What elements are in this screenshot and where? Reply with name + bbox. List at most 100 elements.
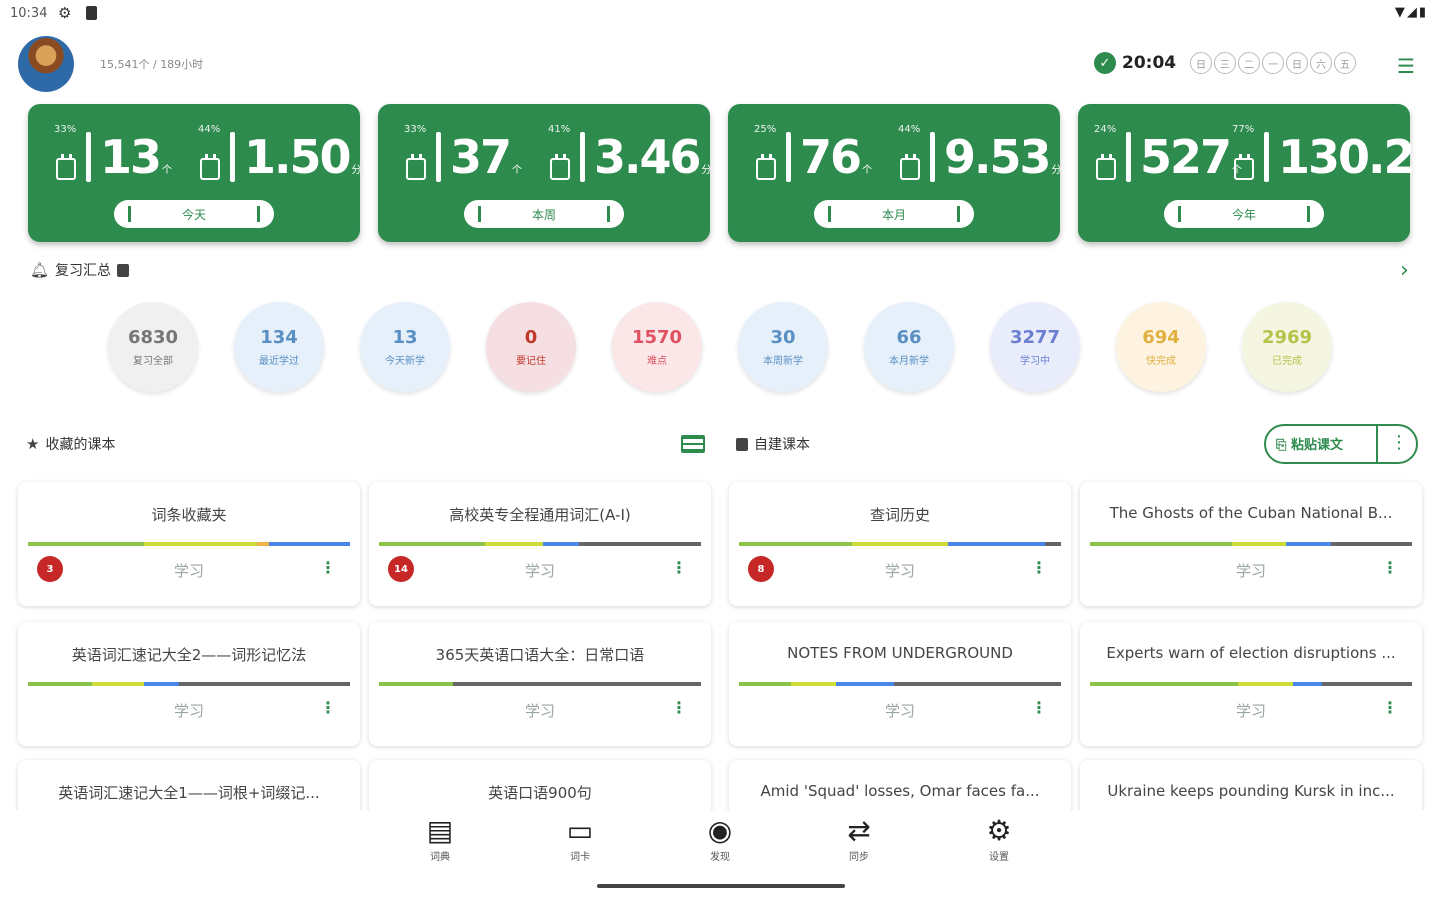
more-vert-icon[interactable]: ⋮ — [1382, 698, 1398, 717]
bubble-count: 13 — [392, 327, 418, 348]
status-time: 10:34 — [10, 6, 48, 21]
bar-divider — [786, 132, 791, 182]
gear-icon: ⚙ — [986, 814, 1012, 847]
more-vert-icon[interactable]: ⋮ — [320, 698, 336, 717]
custom-books-title: 自建课本 — [736, 434, 810, 454]
book-title: 查词历史 — [869, 506, 930, 524]
review-bubble[interactable]: 13 今天新学 — [360, 302, 450, 392]
percent-label: 41% — [548, 124, 571, 135]
calendar-icon — [200, 154, 220, 180]
review-bubble[interactable]: 0 要记住 — [486, 302, 576, 392]
book-card[interactable]: 词条收藏夹 3 学习 ⋮ — [18, 482, 360, 606]
bubble-count: 30 — [770, 327, 796, 348]
book-title: 365天英语口语大全：日常口语 — [435, 646, 645, 664]
bar-divider — [436, 132, 441, 182]
period-selector[interactable]: 今天 — [114, 200, 274, 228]
home-indicator[interactable] — [597, 884, 845, 888]
review-bubble[interactable]: 134 最近学过 — [234, 302, 324, 392]
more-vert-icon[interactable]: ⋮ — [1031, 698, 1047, 717]
bubble-label: 复习全部 — [133, 356, 173, 367]
book-progress-bar — [379, 542, 701, 546]
book-card[interactable]: Experts warn of election disruptions ...… — [1080, 622, 1422, 746]
book-progress-bar — [739, 542, 1061, 546]
percent-label: 44% — [198, 124, 221, 135]
study-button[interactable]: 学习 — [18, 700, 360, 721]
review-title-label: 复习汇总 — [55, 263, 112, 279]
calendar-icon — [406, 154, 426, 180]
book-card[interactable]: 查词历史 8 学习 ⋮ — [729, 482, 1071, 606]
percent-label: 33% — [54, 124, 77, 135]
period-selector[interactable]: 本月 — [814, 200, 974, 228]
more-vert-icon[interactable]: ⋮ — [671, 558, 687, 577]
review-bubble[interactable]: 30 本周新学 — [738, 302, 828, 392]
stat-card-month[interactable]: 25% 76 个 44% 9.53 分 本月 — [728, 104, 1062, 242]
book-card[interactable]: NOTES FROM UNDERGROUND 学习 ⋮ — [729, 622, 1071, 746]
period-selector[interactable]: 本周 — [464, 200, 624, 228]
review-bubble[interactable]: 6830 复习全部 — [108, 302, 198, 392]
review-summary-title: 🔔︎ 复习汇总 — [30, 260, 130, 280]
book-progress-bar — [739, 682, 1061, 686]
more-vert-icon[interactable]: ⋮ — [671, 698, 687, 717]
percent-label: 77% — [1232, 124, 1255, 135]
paste-text-group: ⎘ 粘贴课文 ⋮ — [1264, 424, 1418, 464]
nav-discover[interactable]: ◉ 发现 — [690, 814, 750, 863]
nav-cards[interactable]: ▭ 词卡 — [550, 814, 610, 863]
bubble-label: 要记住 — [516, 356, 546, 367]
study-button[interactable]: 学习 — [369, 700, 711, 721]
bubble-count: 2969 — [1261, 327, 1313, 348]
bubble-count: 0 — [524, 327, 538, 348]
book-card[interactable]: 英语词汇速记大全2——词形记忆法学习 ⋮ — [18, 622, 360, 746]
book-card[interactable]: 高校英专全程通用词汇(A-I) 14 学习 ⋮ — [369, 482, 711, 606]
stat-value: 9.53 分 — [944, 130, 1062, 184]
book-title: 英语词汇速记大全2——词形记忆法 — [71, 646, 307, 664]
book-progress-bar — [28, 542, 350, 546]
book-progress-bar — [1090, 682, 1412, 686]
study-button[interactable]: 学习 — [369, 560, 711, 581]
chevron-right-icon[interactable]: › — [1400, 258, 1409, 283]
review-bubble[interactable]: 3277 学习中 — [990, 302, 1080, 392]
day-circle: 二 — [1238, 52, 1260, 74]
period-selector[interactable]: 今年 — [1164, 200, 1324, 228]
calendar-icon — [56, 154, 76, 180]
bar-divider — [1264, 132, 1269, 182]
avatar[interactable] — [18, 36, 74, 92]
book-card[interactable]: 365天英语口语大全：日常口语学习 ⋮ — [369, 622, 711, 746]
review-bubble[interactable]: 2969 已完成 — [1242, 302, 1332, 392]
paste-text-button[interactable]: ⎘ 粘贴课文 — [1276, 434, 1343, 453]
bubble-count: 1570 — [631, 327, 683, 348]
percent-label: 24% — [1094, 124, 1117, 135]
study-button[interactable]: 学习 — [1080, 560, 1422, 581]
hamburger-menu-icon[interactable]: ☰ — [1397, 54, 1415, 78]
review-bubble[interactable]: 1570 难点 — [612, 302, 702, 392]
more-vert-icon[interactable]: ⋮ — [1031, 558, 1047, 577]
book-progress-bar — [379, 682, 701, 686]
table-view-icon[interactable] — [681, 435, 705, 453]
book-title: The Ghosts of the Cuban National B... — [1109, 504, 1393, 522]
book-progress-bar — [28, 682, 350, 686]
clock-text: 20:04 — [1122, 53, 1177, 73]
day-circle: 一 — [1262, 52, 1284, 74]
book-icon — [736, 437, 748, 451]
nav-sync[interactable]: ⇄ 同步 — [829, 814, 889, 863]
stat-card-week[interactable]: 33% 37 个 41% 3.46 分 本周 — [378, 104, 712, 242]
more-vert-icon[interactable]: ⋮ — [320, 558, 336, 577]
stat-card-year[interactable]: 24% 527个 77% 130.20分 今年 — [1078, 104, 1440, 242]
more-vert-icon[interactable]: ⋮ — [1390, 432, 1408, 453]
book-title: Ukraine keeps pounding Kursk in inc... — [1107, 782, 1395, 800]
study-button[interactable]: 学习 — [729, 700, 1071, 721]
review-bubble[interactable]: 694 快完成 — [1116, 302, 1206, 392]
sd-card-icon — [86, 6, 97, 20]
calendar-icon — [1234, 154, 1254, 180]
study-button[interactable]: 学习 — [729, 560, 1071, 581]
study-button[interactable]: 学习 — [18, 560, 360, 581]
nav-dictionary[interactable]: ▤ 词典 — [410, 814, 470, 863]
stat-value: 130.20分 — [1278, 130, 1440, 184]
nav-settings[interactable]: ⚙ 设置 — [969, 814, 1029, 863]
review-bubble[interactable]: 66 本月新学 — [864, 302, 954, 392]
document-icon[interactable] — [117, 263, 130, 277]
stat-card-today[interactable]: 33% 13 个 44% 1.50 分 今天 — [28, 104, 362, 242]
more-vert-icon[interactable]: ⋮ — [1382, 558, 1398, 577]
book-card[interactable]: The Ghosts of the Cuban National B... 学习 ⋮ — [1080, 482, 1422, 606]
study-button[interactable]: 学习 — [1080, 700, 1422, 721]
clock-group[interactable]: ✓ 20:04 — [1094, 52, 1176, 74]
